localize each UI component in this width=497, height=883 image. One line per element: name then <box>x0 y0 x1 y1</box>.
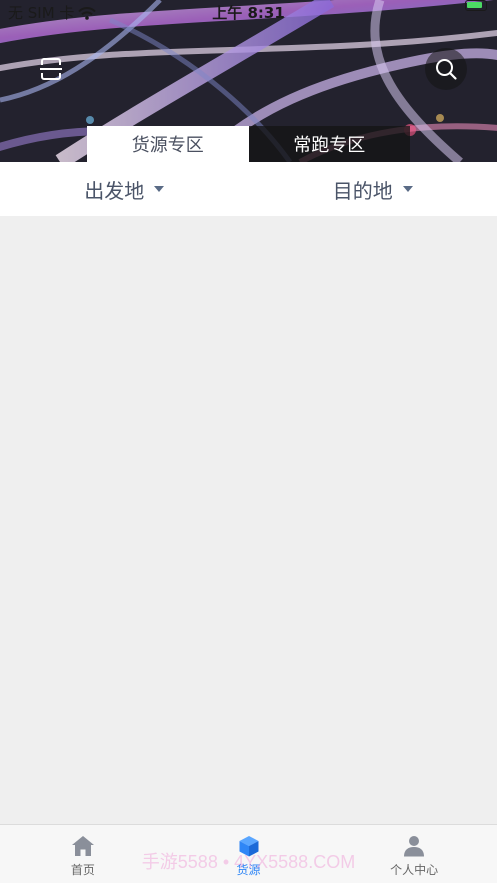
tabbar-label-home: 首页 <box>70 863 95 877</box>
scan-icon <box>40 58 62 80</box>
tabbar-label-profile: 个人中心 <box>390 863 439 877</box>
search-icon <box>436 59 457 80</box>
bottom-tab-bar: 首页 货源 个人中心 <box>0 824 497 883</box>
user-icon <box>404 836 425 857</box>
cargo-list-area[interactable] <box>0 216 497 824</box>
status-time: 上午 8:31 <box>212 4 285 22</box>
scan-button[interactable] <box>30 48 72 90</box>
search-button[interactable] <box>425 48 467 90</box>
status-right <box>465 0 487 11</box>
tab-regular-route-zone[interactable]: 常跑专区 <box>248 126 410 162</box>
tabbar-item-cargo[interactable]: 货源 <box>166 825 332 883</box>
origin-label: 出发地 <box>84 178 145 203</box>
tab-cargo-zone[interactable]: 货源专区 <box>87 126 249 162</box>
chevron-down-icon <box>402 186 413 192</box>
zone-tabs: 货源专区 常跑专区 <box>87 126 410 162</box>
home-icon <box>71 836 94 856</box>
battery-icon <box>465 0 487 11</box>
chevron-down-icon <box>154 186 165 192</box>
cube-icon <box>239 836 258 857</box>
destination-label: 目的地 <box>332 178 393 203</box>
origin-filter[interactable]: 出发地 <box>0 162 249 216</box>
header-banner: 无 SIM 卡 上午 8:31 货源专区 常跑专区 <box>0 0 497 162</box>
filter-bar: 出发地 目的地 <box>0 162 497 216</box>
tabbar-label-cargo: 货源 <box>236 863 261 877</box>
destination-filter[interactable]: 目的地 <box>249 162 497 216</box>
tabbar-item-profile[interactable]: 个人中心 <box>331 825 497 883</box>
tabbar-item-home[interactable]: 首页 <box>0 825 166 883</box>
status-bar: 无 SIM 卡 上午 8:31 <box>0 0 497 26</box>
